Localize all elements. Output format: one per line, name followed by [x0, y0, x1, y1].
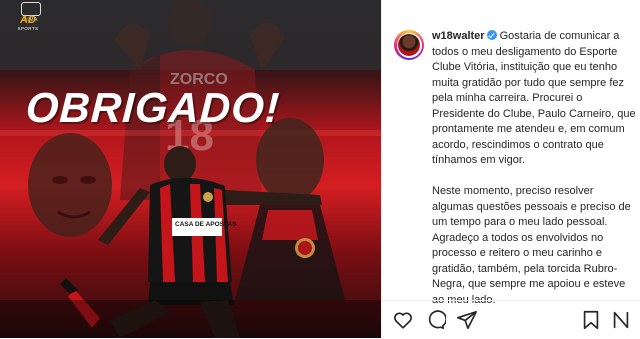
share-icon[interactable]	[456, 309, 478, 331]
caption-paragraph-2: Neste momento, preciso resolver algumas …	[432, 185, 631, 306]
headline: OBRIGADO!	[24, 84, 282, 131]
comment-icon[interactable]	[424, 309, 447, 331]
caption-paragraph-1: w18walter Gostaria de comunicar a todos o…	[432, 29, 637, 169]
caption-text-1: Gostaria de comunicar a todos o meu desl…	[432, 30, 636, 166]
heart-icon[interactable]	[392, 309, 414, 331]
ad-sports-badge: AD SPORTS	[17, 14, 39, 32]
username-link[interactable]: w18walter	[432, 30, 485, 42]
sponsor-text: CASA DE APOSTAS	[175, 221, 237, 228]
avatar[interactable]	[394, 30, 424, 60]
post-caption: w18walter Gostaria de comunicar a todos o…	[432, 29, 637, 324]
post-image[interactable]: ZORCO 18 CASA DE APOSTAS LIMA AD SPORTS …	[0, 0, 381, 338]
post-panel: w18walter Gostaria de comunicar a todos o…	[381, 0, 640, 338]
action-bar	[382, 300, 640, 339]
bookmark-icon[interactable]	[580, 309, 602, 331]
left-face-portrait	[28, 133, 112, 237]
verified-badge-icon	[486, 30, 497, 40]
post-artwork: ZORCO 18 CASA DE APOSTAS	[0, 0, 381, 338]
more-icon[interactable]	[610, 309, 632, 331]
